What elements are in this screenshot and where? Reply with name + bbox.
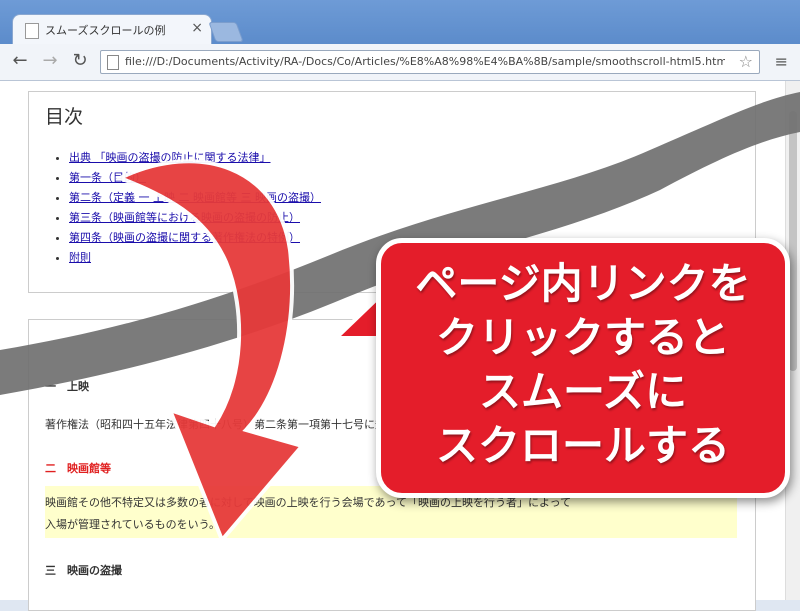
list-item: 出典 「映画の盗撮の防止に関する法律」 xyxy=(69,148,321,168)
forward-arrow-icon[interactable]: → xyxy=(38,50,62,71)
new-tab-button[interactable] xyxy=(208,22,244,42)
reload-icon[interactable]: ↻ xyxy=(68,50,92,71)
back-arrow-icon[interactable]: ← xyxy=(8,50,32,71)
toc-link[interactable]: 附則 xyxy=(69,251,91,264)
page-favicon-icon xyxy=(25,23,39,39)
address-url[interactable]: file:///D:/Documents/Activity/RA-/Docs/C… xyxy=(125,55,725,68)
callout-line-3: スムーズに xyxy=(479,367,687,416)
list-item: 第一条（目的） xyxy=(69,168,321,188)
list-item: 第二条（定義 一 上映 二 映画館等 三 映画の盗撮） xyxy=(69,188,321,208)
toc-heading: 目次 xyxy=(45,106,84,128)
toc-link[interactable]: 第四条（映画の盗撮に関する著作権法の特例） xyxy=(69,231,300,244)
callout-line-1: ページ内リンクを xyxy=(415,259,751,308)
callout-line-2: クリックすると xyxy=(435,313,730,362)
list-item: 第四条（映画の盗撮に関する著作権法の特例） xyxy=(69,228,321,248)
toc-link[interactable]: 第一条（目的） xyxy=(69,171,146,184)
callout-line-4: スクロールする xyxy=(435,421,730,470)
file-page-icon xyxy=(107,55,119,70)
section-title: 一 上映 xyxy=(45,380,89,393)
list-item: 第三条（映画館等における映画の盗撮の防止） xyxy=(69,208,321,228)
scrollbar-thumb[interactable] xyxy=(789,111,797,371)
menu-icon[interactable]: ≡ xyxy=(775,52,788,71)
toc-link[interactable]: 出典 「映画の盗撮の防止に関する法律」 xyxy=(69,151,271,164)
browser-tab[interactable]: スムーズスクロールの例 × xyxy=(12,14,212,45)
close-icon[interactable]: × xyxy=(191,20,203,36)
toc-link[interactable]: 第三条（映画館等における映画の盗撮の防止） xyxy=(69,211,300,224)
address-bar[interactable]: file:///D:/Documents/Activity/RA-/Docs/C… xyxy=(100,50,760,74)
callout-bubble: ページ内リンクを クリックすると スムーズに スクロールする xyxy=(376,238,790,498)
section-text: 入場が管理されているものをいう。 xyxy=(45,518,221,531)
star-icon[interactable]: ☆ xyxy=(739,52,753,71)
section-title: 三 映画の盗撮 xyxy=(45,564,122,577)
section-title-highlighted: 二 映画館等 xyxy=(45,462,111,475)
list-item: 附則 xyxy=(69,248,321,268)
browser-toolbar: ← → ↻ file:///D:/Documents/Activity/RA-/… xyxy=(0,44,800,81)
toc-list: 出典 「映画の盗撮の防止に関する法律」 第一条（目的） 第二条（定義 一 上映 … xyxy=(69,148,321,268)
tab-title: スムーズスクロールの例 xyxy=(45,24,166,37)
toc-link[interactable]: 第二条（定義 一 上映 二 映画館等 三 映画の盗撮） xyxy=(69,191,321,204)
